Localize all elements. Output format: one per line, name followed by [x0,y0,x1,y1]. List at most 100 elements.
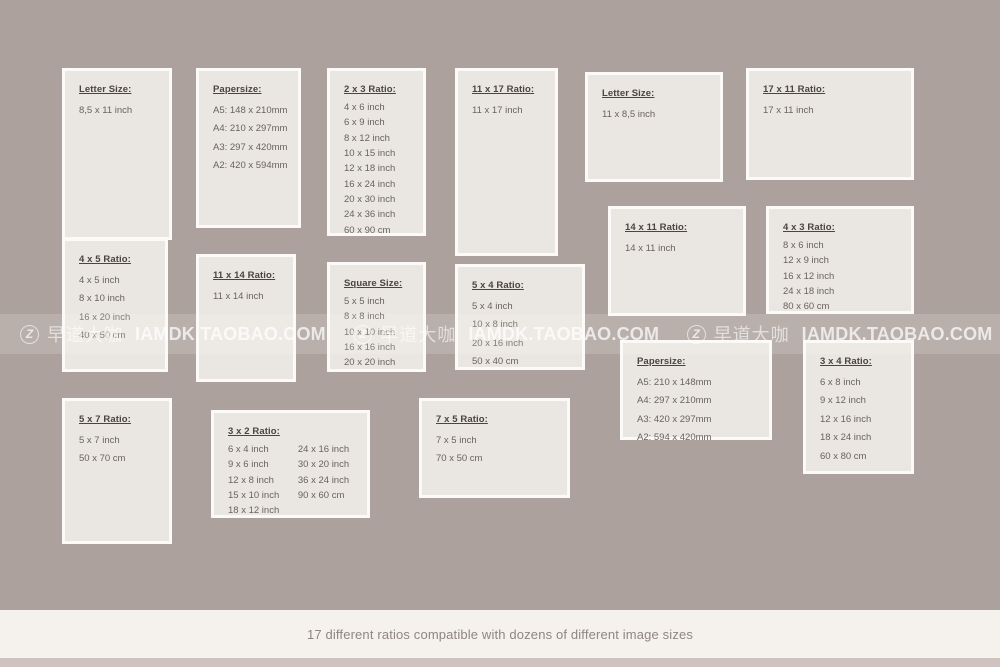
ratio-card-size-line: 17 x 11 inch [763,104,814,116]
ratio-card-size-line: 12 x 8 inch [228,474,274,486]
ratio-card-size-line: 70 x 50 cm [436,453,483,465]
ratio-card-letter-size-portrait: Letter Size: 8,5 x 11 inch [62,68,172,240]
ratio-card-size-line: 14 x 11 inch [625,242,676,254]
ratio-card-size-line: 16 x 20 inch [79,311,131,323]
ratio-card-size-line: 60 x 90 cm [344,224,391,236]
ratio-card-size-line: 8 x 12 inch [344,132,390,144]
ratio-card-column: 24 x 16 inch 30 x 20 inch 36 x 24 inch 90 x… [298,425,349,503]
ratio-card-size-line: 16 x 16 inch [344,341,396,353]
ratio-card-column: 3 x 4 Ratio: 6 x 8 inch 9 x 12 inch 12 x 16… [820,355,872,466]
ratio-card-size-line: 90 x 60 cm [297,489,345,501]
ratio-card-column: Letter Size: 8,5 x 11 inch [79,83,132,120]
ratio-card-size-line: 4 x 6 inch [344,101,385,113]
ratio-card-size-line: 8 x 6 inch [783,239,824,251]
ratio-card-size-line: 11 x 8,5 inch [602,108,656,120]
ratio-card-ratio-17x11: 17 x 11 Ratio: 17 x 11 inch [746,68,914,180]
ratio-card-ratio-4x5: 4 x 5 Ratio: 4 x 5 inch 8 x 10 inch 16 x 20… [62,238,168,372]
ratio-card-size-line: 6 x 4 inch [228,443,269,455]
ratio-card-ratio-11x17: 11 x 17 Ratio: 11 x 17 inch [455,68,558,256]
ratio-card-size-line: A4: 210 x 297mm [213,123,288,135]
ratio-card-title: Letter Size: [79,84,132,95]
ratio-card-size-line: 18 x 24 inch [820,432,872,444]
mockup-canvas: Letter Size: 8,5 x 11 inch Papersize: A5: 1… [0,0,1000,667]
ratio-card-title: Papersize: [637,356,686,367]
ratio-card-ratio-11x14: 11 x 14 Ratio: 11 x 14 inch [196,254,296,382]
ratio-card-ratio-2x3: 2 x 3 Ratio: 4 x 6 inch 6 x 9 inch 8 x 12 i… [327,68,426,236]
ratio-card-title: 5 x 7 Ratio: [79,414,131,425]
ratio-card-size-line: 30 x 20 inch [297,459,350,471]
ratio-card-size-line: A5: 148 x 210mm [213,104,288,116]
ratio-card-size-line: 20 x 30 inch [344,194,396,206]
ratio-card-column: 4 x 5 Ratio: 4 x 5 inch 8 x 10 inch 16 x 20… [79,253,131,346]
ratio-card-column: 3 x 2 Ratio: 6 x 4 inch 9 x 6 inch 12 x 8 i… [228,425,280,519]
ratio-card-title: 11 x 17 Ratio: [472,84,535,95]
ratio-card-title: Square Size: [344,278,403,289]
ratio-card-size-line: 8,5 x 11 inch [79,104,133,116]
ratio-card-ratio-3x2: 3 x 2 Ratio: 6 x 4 inch 9 x 6 inch 12 x 8 i… [211,410,370,518]
ratio-card-size-line: 10 x 10 inch [344,326,396,338]
ratio-card-size-line: 8 x 10 inch [79,293,125,305]
ratio-card-size-line: 18 x 12 inch [228,505,280,517]
ratio-card-size-line: 12 x 16 inch [820,413,872,425]
ratio-card-ratio-5x4: 5 x 4 Ratio: 5 x 4 inch 10 x 8 inch 20 x 16… [455,264,585,370]
ratio-card-column: 4 x 3 Ratio: 8 x 6 inch 12 x 9 inch 16 x 12… [783,221,835,315]
ratio-card-size-line: 12 x 9 inch [783,255,829,267]
ratio-card-size-line: 10 x 15 inch [344,147,396,159]
ratio-card-title: 14 x 11 Ratio: [625,222,688,233]
ratio-card-column: 11 x 17 Ratio: 11 x 17 inch [472,83,534,120]
ratio-card-papersize-portrait: Papersize: A5: 148 x 210mm A4: 210 x 297mm… [196,68,301,228]
ratio-card-size-line: 11 x 17 inch [472,104,523,116]
ratio-card-size-line: 15 x 10 inch [228,489,280,501]
ratio-card-size-line: 8 x 8 inch [344,311,385,323]
ratio-card-column: Papersize: A5: 148 x 210mm A4: 210 x 297mm… [213,83,287,176]
ratio-card-size-line: 80 x 60 cm [783,301,830,313]
ratio-card-title: 2 x 3 Ratio: [344,84,396,95]
ratio-card-size-line: 10 x 8 inch [472,319,518,331]
ratio-card-size-line: A2: 420 x 594mm [213,160,288,172]
footer-caption: 17 different ratios compatible with doze… [306,626,694,642]
ratio-card-ratio-7x5: 7 x 5 Ratio: 7 x 5 inch 70 x 50 cm [419,398,570,498]
ratio-card-size-line: 60 x 80 cm [820,450,867,462]
ratio-card-size-line: 5 x 4 inch [472,300,513,312]
ratio-card-ratio-4x3: 4 x 3 Ratio: 8 x 6 inch 12 x 9 inch 16 x 12… [766,206,914,314]
ratio-card-column: 11 x 14 Ratio: 11 x 14 inch [213,269,275,306]
ratio-card-size-line: A5: 210 x 148mm [637,376,712,388]
ratio-card-title: Papersize: [213,84,262,95]
ratio-card-square-size: Square Size: 5 x 5 inch 8 x 8 inch 10 x 10 … [327,262,426,372]
ratio-card-size-line: 36 x 24 inch [297,474,350,486]
circle-z-logo-icon: Z [20,324,39,344]
ratio-card-column: 17 x 11 Ratio: 17 x 11 inch [763,83,825,120]
ratio-card-title: Letter Size: [602,88,655,99]
ratio-card-title: 4 x 5 Ratio: [79,254,131,265]
ratio-card-column: Square Size: 5 x 5 inch 8 x 8 inch 10 x 10 … [344,277,402,371]
footer-band: 17 different ratios compatible with doze… [0,610,1000,658]
ratio-card-size-line: 20 x 16 inch [472,337,524,349]
ratio-card-size-line: A2: 594 x 420mm [637,432,712,444]
ratio-card-size-line: 24 x 18 inch [783,285,835,297]
ratio-card-size-line: 12 x 18 inch [344,163,396,175]
ratio-card-title: 3 x 4 Ratio: [820,356,872,367]
ratio-card-column: 2 x 3 Ratio: 4 x 6 inch 6 x 9 inch 8 x 12 i… [344,83,396,238]
ratio-card-column: 7 x 5 Ratio: 7 x 5 inch 70 x 50 cm [436,413,488,469]
ratio-card-title: 3 x 2 Ratio: [228,426,280,437]
ratio-card-title: 7 x 5 Ratio: [436,414,488,425]
ratio-card-size-line: 6 x 9 inch [344,117,385,129]
ratio-card-size-line: 50 x 40 cm [472,356,519,368]
ratio-card-size-line: 9 x 12 inch [820,395,866,407]
ratio-card-title: 4 x 3 Ratio: [783,222,835,233]
ratio-card-ratio-3x4: 3 x 4 Ratio: 6 x 8 inch 9 x 12 inch 12 x 16… [803,340,914,474]
ratio-card-size-line: A3: 420 x 297mm [637,413,712,425]
ratio-card-size-line: 50 x 70 cm [79,453,126,465]
ratio-card-size-line: 24 x 36 inch [344,209,396,221]
ratio-card-size-line: 9 x 6 inch [228,459,269,471]
ratio-card-size-line: A4: 297 x 210mm [637,395,712,407]
ratio-card-title: 5 x 4 Ratio: [472,280,524,291]
ratio-card-size-line: 16 x 24 inch [344,178,396,190]
ratio-card-ratio-5x7: 5 x 7 Ratio: 5 x 7 inch 50 x 70 cm [62,398,172,544]
ratio-card-size-line: 5 x 7 inch [79,434,120,446]
ratio-card-size-line: 20 x 20 inch [344,357,396,369]
ratio-card-column: Papersize: A5: 210 x 148mm A4: 297 x 210mm… [637,355,711,448]
ratio-card-title: 11 x 14 Ratio: [213,270,276,281]
ratio-card-size-line: 24 x 16 inch [297,443,350,455]
ratio-card-column: Letter Size: 11 x 8,5 inch [602,87,655,124]
